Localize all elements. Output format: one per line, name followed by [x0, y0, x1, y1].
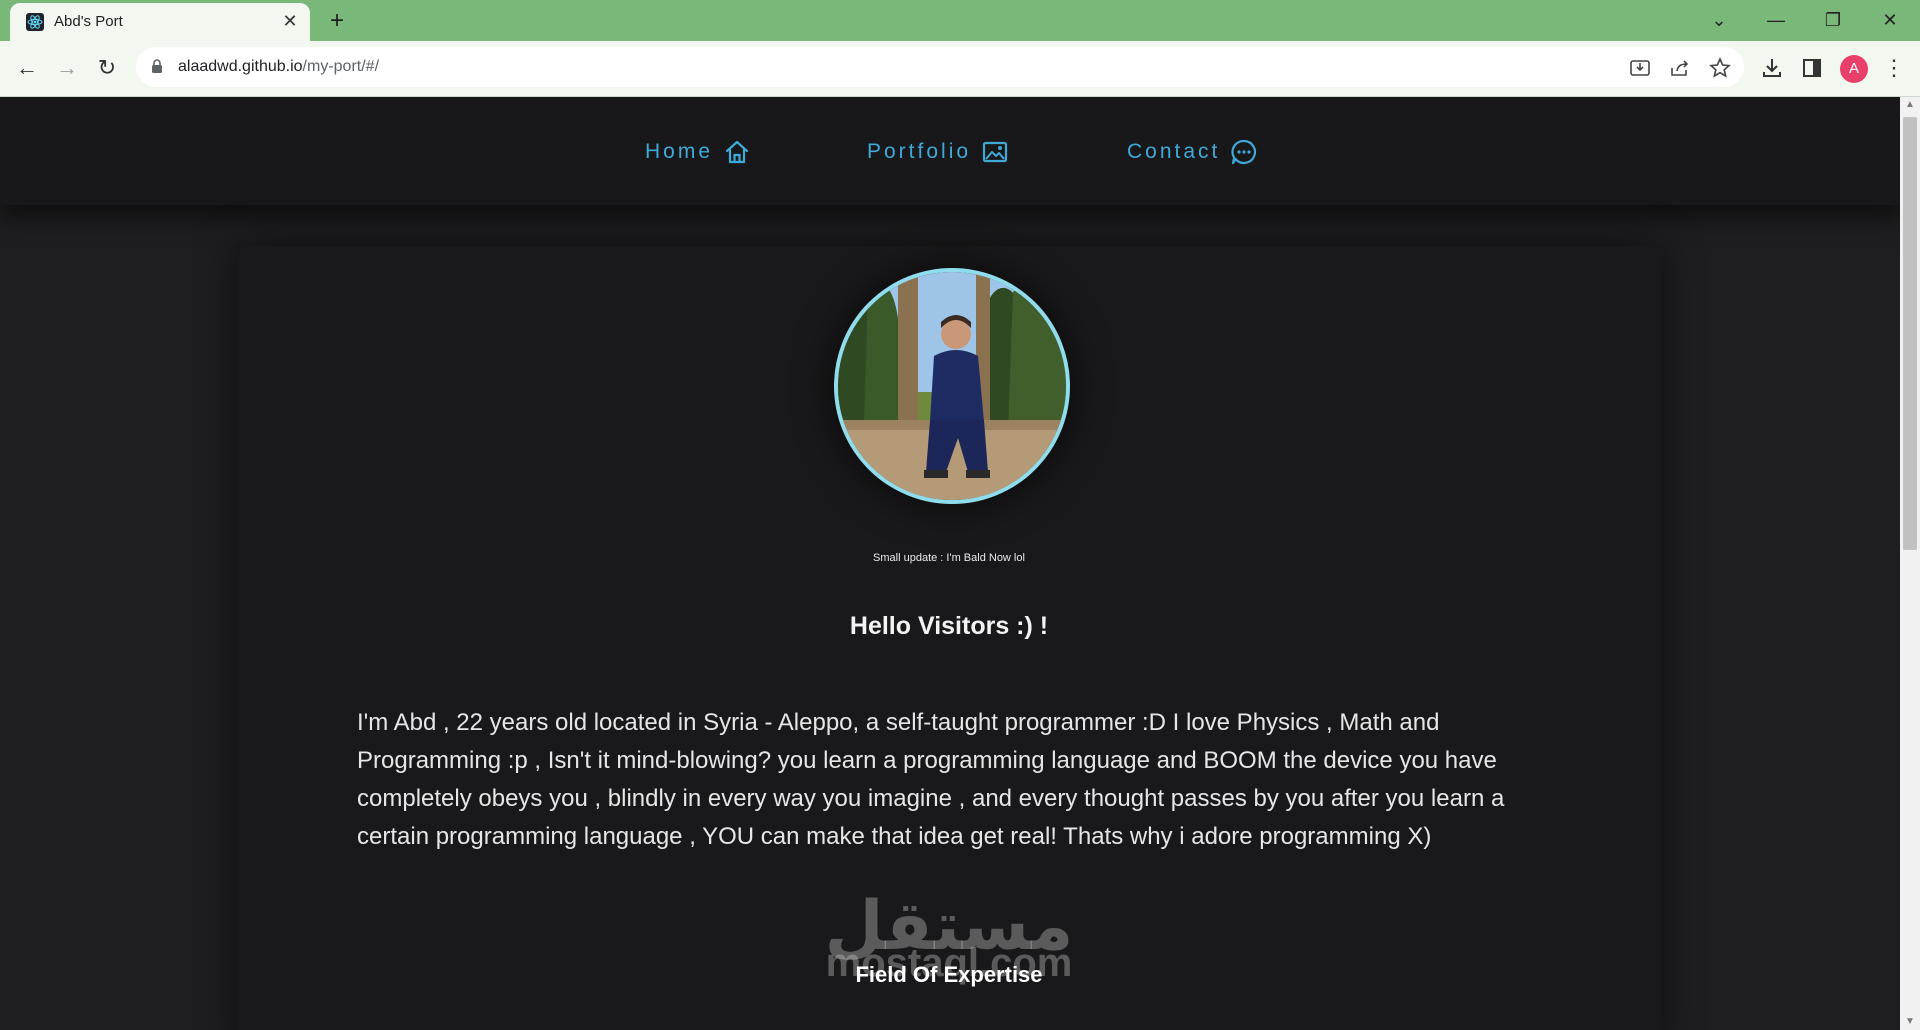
browser-tab[interactable]: Abd's Port ✕ [10, 3, 310, 41]
home-icon [725, 140, 749, 164]
page-viewport: Home Portfolio Contact Small update: I'… [0, 97, 1900, 1030]
url-path: /my-port/#/ [302, 58, 380, 75]
nav-portfolio-label: Portfolio [867, 140, 972, 163]
tab-title: Abd's Port [54, 13, 123, 30]
chat-icon [1231, 139, 1257, 165]
profile-photo [834, 268, 1070, 504]
share-icon[interactable] [1668, 56, 1692, 80]
scroll-up-icon[interactable]: ▲ [1900, 97, 1920, 113]
nav-contact[interactable]: Contact [1127, 137, 1258, 167]
nav-portfolio[interactable]: Portfolio [867, 137, 1009, 167]
minimize-button[interactable]: — [1759, 6, 1793, 34]
back-button[interactable]: ← [12, 53, 42, 83]
url-text: alaadwd.github.io/my-port/#/ [178, 58, 379, 76]
about-card: Small update : I'm Bald Now lol Hello Vi… [237, 246, 1661, 1030]
browser-menu-icon[interactable]: ⋮ [1882, 55, 1906, 83]
page-scrollbar[interactable]: ▲ ▼ [1900, 97, 1920, 1030]
nav-home-label: Home [645, 140, 714, 163]
site-navbar: Home Portfolio Contact [0, 97, 1900, 205]
tab-close-icon[interactable]: ✕ [280, 11, 300, 31]
image-icon [982, 141, 1008, 163]
reload-button[interactable]: ↻ [92, 53, 122, 83]
greeting-heading: Hello Visitors :) ! [849, 612, 1049, 640]
new-tab-button[interactable]: + [324, 8, 350, 34]
close-window-button[interactable]: ✕ [1873, 6, 1907, 34]
nav-contact-label: Contact [1127, 140, 1221, 163]
nav-home[interactable]: Home [645, 137, 751, 167]
browser-toolbar: ← → ↻ alaadwd.github.io/my-port/#/ A ⋮ [0, 41, 1920, 97]
profile-avatar[interactable]: A [1840, 55, 1868, 83]
restore-button[interactable]: ❐ [1816, 6, 1850, 34]
tab-strip: Abd's Port ✕ + ⌄ — ❐ ✕ [0, 0, 1920, 41]
lock-icon [152, 59, 162, 73]
url-host: alaadwd.github.io [178, 58, 303, 75]
react-favicon-icon [26, 13, 44, 31]
download-icon[interactable] [1760, 56, 1784, 80]
forward-button[interactable]: → [52, 53, 82, 83]
address-bar[interactable]: alaadwd.github.io/my-port/#/ [136, 47, 1744, 87]
expertise-heading: Field Of Expertise [855, 962, 1043, 987]
bookmark-star-icon[interactable] [1708, 56, 1732, 80]
side-panel-icon[interactable] [1800, 56, 1824, 80]
photo-caption: Small update : I'm Bald Now lol [873, 552, 1025, 564]
scroll-down-icon[interactable]: ▼ [1900, 1014, 1920, 1030]
tab-search-icon[interactable]: ⌄ [1702, 6, 1736, 34]
install-app-icon[interactable] [1628, 56, 1652, 80]
bio-paragraph: I'm Abd , 22 years old located in Syria … [357, 709, 1505, 850]
scroll-thumb[interactable] [1903, 117, 1917, 550]
